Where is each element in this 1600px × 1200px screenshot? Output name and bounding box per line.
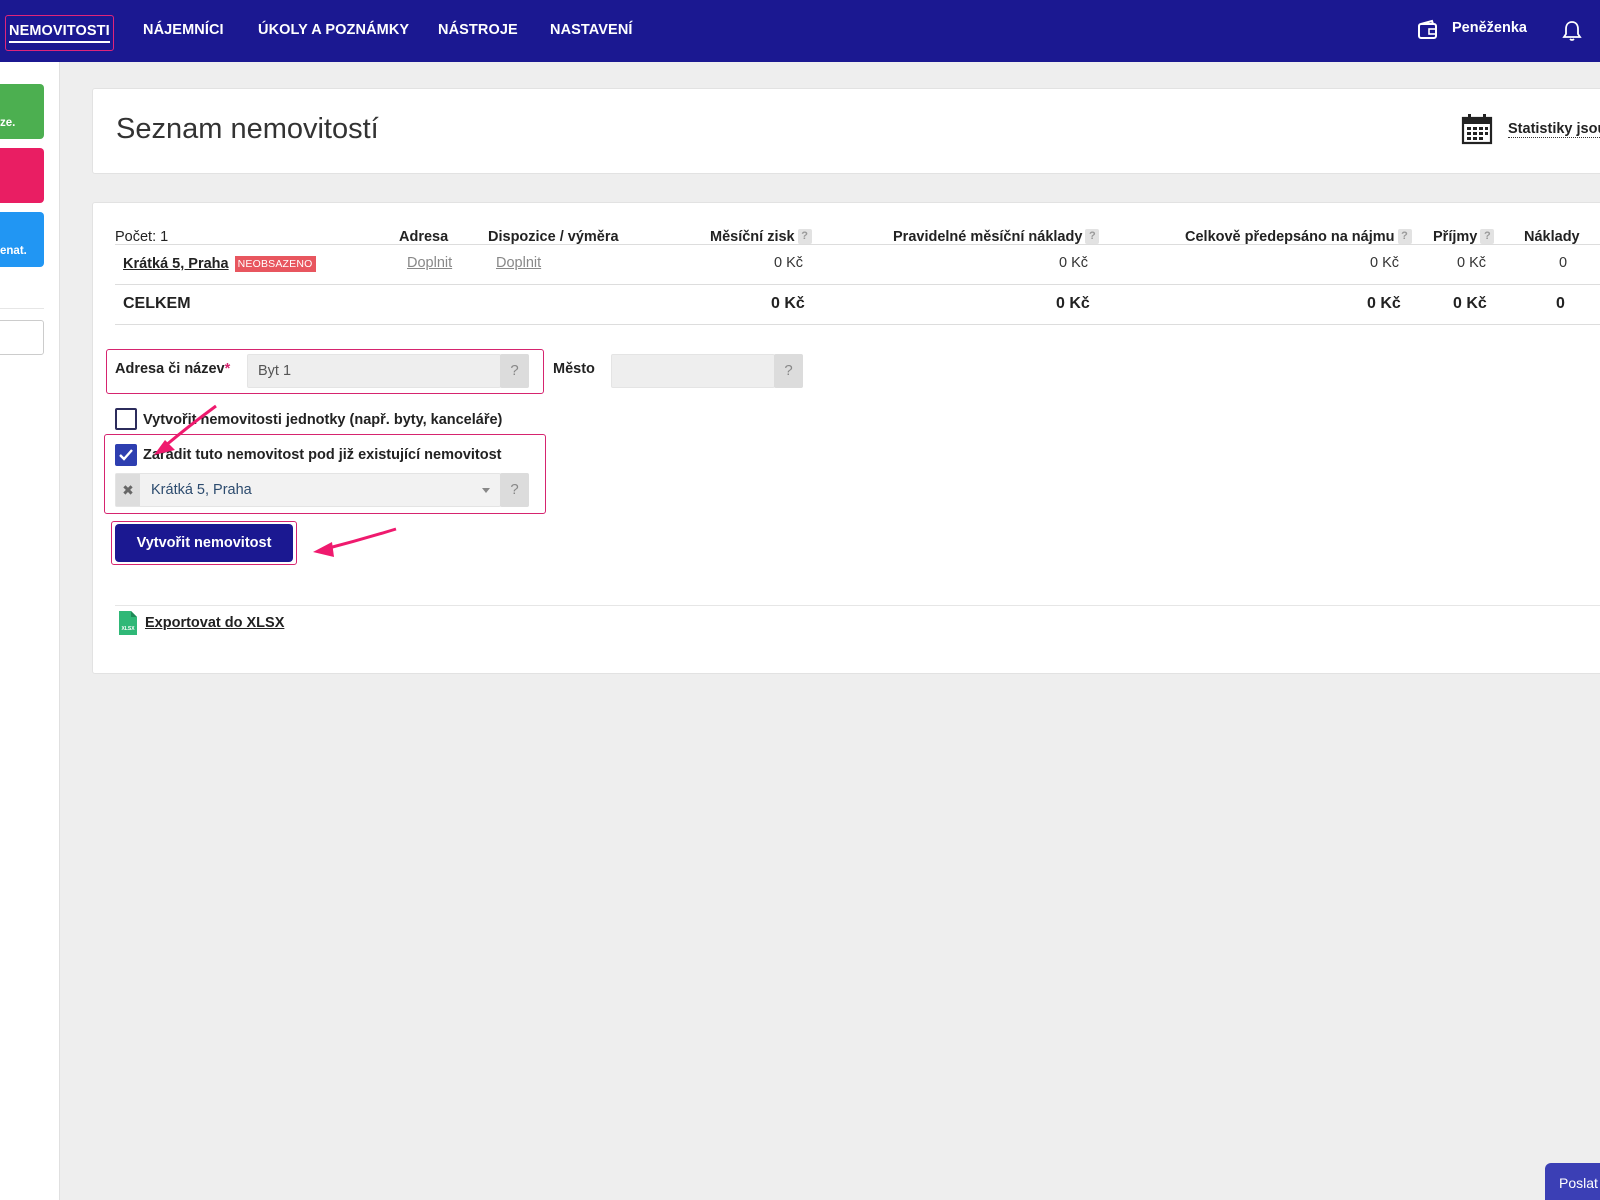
- nav-item-properties[interactable]: NEMOVITOSTI: [5, 15, 114, 51]
- city-field-label: Město: [553, 361, 595, 377]
- wallet-link[interactable]: Peněženka: [1418, 19, 1527, 39]
- xlsx-icon-text: XLSX: [121, 626, 135, 632]
- units-checkbox[interactable]: [115, 408, 137, 430]
- help-icon[interactable]: ?: [1085, 229, 1100, 244]
- column-header-income: Příjmy?: [1433, 229, 1495, 245]
- help-icon[interactable]: ?: [1480, 229, 1495, 244]
- statistics-link[interactable]: Statistiky jsou: [1508, 121, 1600, 138]
- parent-property-value: Krátká 5, Praha: [151, 482, 252, 498]
- city-input[interactable]: [611, 354, 775, 388]
- nav-item-tasks-notes[interactable]: ÚKOLY A POZNÁMKY: [258, 22, 409, 38]
- sidebar-tile-text: enat.: [0, 245, 27, 257]
- sidebar-tile-text: ze.: [0, 117, 16, 129]
- units-checkbox-label[interactable]: Vytvořit nemovitosti jednotky (např. byt…: [143, 412, 502, 428]
- xlsx-file-icon[interactable]: XLSX: [119, 611, 137, 635]
- name-help-button[interactable]: ?: [500, 354, 529, 388]
- wallet-icon: [1418, 19, 1437, 39]
- feedback-button[interactable]: Poslat: [1545, 1163, 1600, 1200]
- sidebar-divider: [0, 308, 44, 309]
- required-mark: *: [224, 361, 231, 377]
- address-fill-link[interactable]: Doplnit: [407, 255, 452, 271]
- total-label: CELKEM: [123, 295, 191, 312]
- nav-item-tenants[interactable]: NÁJEMNÍCI: [143, 22, 224, 38]
- column-header-label: Celkově předepsáno na nájmu: [1185, 229, 1395, 245]
- sidebar-tile-pink[interactable]: [0, 148, 44, 203]
- clear-selection-icon[interactable]: ✖: [116, 474, 140, 506]
- total-monthly-costs: 0 Kč: [1056, 295, 1090, 312]
- nav-item-label: NEMOVITOSTI: [9, 23, 110, 43]
- sidebar-search-input[interactable]: [0, 320, 44, 355]
- table-divider: [115, 244, 1600, 245]
- income-value: 0 Kč: [1457, 255, 1487, 271]
- parent-property-checkbox[interactable]: [115, 444, 137, 466]
- nav-item-tools[interactable]: NÁSTROJE: [438, 22, 518, 38]
- prescribed-rent-value: 0 Kč: [1370, 255, 1400, 271]
- name-field-label-text: Adresa či název: [115, 361, 225, 377]
- chevron-down-icon: [482, 488, 490, 493]
- column-header-address: Adresa: [399, 229, 449, 245]
- column-header-label: Příjmy: [1433, 229, 1478, 245]
- table-divider: [115, 324, 1600, 325]
- parent-property-select[interactable]: ✖ Krátká 5, Praha: [115, 473, 501, 507]
- total-monthly-profit: 0 Kč: [771, 295, 805, 312]
- disposition-fill-link[interactable]: Doplnit: [496, 255, 541, 271]
- costs-value: 0: [1559, 255, 1568, 271]
- page-header-card: Seznam nemovitostí Statistiky jsou: [92, 88, 1600, 174]
- properties-card: Počet: 1 Adresa Dispozice / výměra Měsíč…: [92, 202, 1600, 674]
- column-header-prescribed-rent: Celkově předepsáno na nájmu?: [1185, 229, 1412, 245]
- sidebar-tile-blue[interactable]: enat.: [0, 212, 44, 267]
- help-icon[interactable]: ?: [797, 229, 812, 244]
- status-badge: NEOBSAZENO: [234, 256, 316, 272]
- column-header-disposition: Dispozice / výměra: [488, 229, 619, 245]
- checkmark-icon: [119, 449, 133, 461]
- city-help-button[interactable]: ?: [774, 354, 803, 388]
- left-sidebar: ze. enat.: [0, 62, 60, 1200]
- page-title: Seznam nemovitostí: [116, 113, 379, 145]
- parent-property-help-button[interactable]: ?: [500, 473, 529, 507]
- name-field-label: Adresa či název*: [115, 361, 230, 377]
- column-header-label: Měsíční zisk: [710, 229, 795, 245]
- bell-icon[interactable]: [1562, 20, 1582, 42]
- column-header-costs: Náklady: [1524, 229, 1580, 245]
- column-header-monthly-costs: Pravidelné měsíční náklady?: [893, 229, 1100, 245]
- property-count: Počet: 1: [115, 229, 169, 245]
- sidebar-tile-green[interactable]: ze.: [0, 84, 44, 139]
- column-header-label: Pravidelné měsíční náklady: [893, 229, 1083, 245]
- help-icon[interactable]: ?: [1397, 229, 1412, 244]
- nav-item-settings[interactable]: NASTAVENÍ: [550, 22, 633, 38]
- top-navigation-bar: NEMOVITOSTI NÁJEMNÍCI ÚKOLY A POZNÁMKY N…: [0, 0, 1600, 62]
- wallet-label: Peněženka: [1452, 20, 1527, 36]
- property-cell: Krátká 5, Praha NEOBSAZENO: [123, 256, 316, 272]
- export-xlsx-link[interactable]: Exportovat do XLSX: [145, 615, 284, 631]
- create-property-button[interactable]: Vytvořit nemovitost: [115, 524, 293, 562]
- total-prescribed-rent: 0 Kč: [1367, 295, 1401, 312]
- calendar-icon[interactable]: [1461, 113, 1493, 145]
- parent-property-checkbox-label[interactable]: Zařadit tuto nemovitost pod již existují…: [143, 447, 502, 463]
- monthly-profit-value: 0 Kč: [774, 255, 804, 271]
- total-costs: 0: [1556, 295, 1565, 312]
- section-divider: [115, 605, 1600, 606]
- name-input[interactable]: [247, 354, 501, 388]
- table-divider: [115, 284, 1600, 285]
- total-income: 0 Kč: [1453, 295, 1487, 312]
- property-name-link[interactable]: Krátká 5, Praha: [123, 256, 229, 272]
- monthly-costs-value: 0 Kč: [1059, 255, 1089, 271]
- column-header-monthly-profit: Měsíční zisk?: [710, 229, 812, 245]
